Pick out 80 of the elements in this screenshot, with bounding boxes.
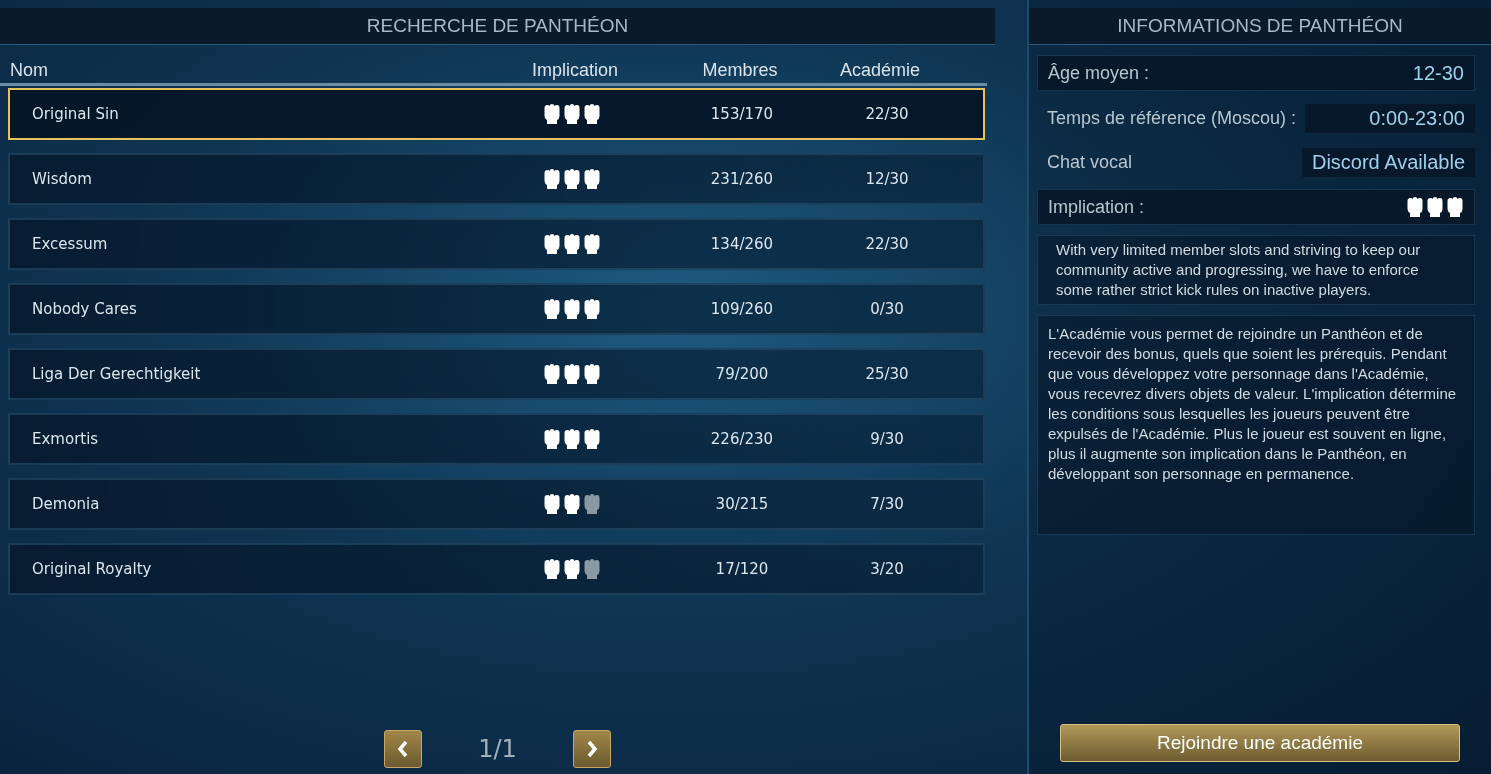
pantheon-name: Original Royalty [32, 560, 153, 578]
pantheon-row[interactable]: Liga Der Gerechtigkeit 79/200 25/30 [8, 348, 985, 400]
fist-icon [543, 103, 561, 125]
members-count: 79/200 [714, 365, 770, 383]
pantheon-row[interactable]: Excessum 134/260 22/30 [8, 218, 985, 270]
fist-icon [583, 298, 601, 320]
panel-title: INFORMATIONS DE PANTHÉON [1029, 8, 1491, 45]
fist-icon [543, 428, 561, 450]
fist-icon [583, 103, 601, 125]
fist-icon [1426, 196, 1444, 218]
column-header[interactable]: Implication [490, 60, 660, 81]
fist-icon [543, 168, 561, 190]
fist-icon [563, 298, 581, 320]
academy-count: 0/30 [869, 300, 905, 318]
pantheon-name: Nobody Cares [32, 300, 138, 318]
fist-icon [583, 363, 601, 385]
page-indicator: 1/1 [478, 735, 517, 763]
pantheon-name: Original Sin [32, 105, 120, 123]
info-value: 12-30 [1412, 61, 1464, 85]
pantheon-name: Excessum [32, 235, 109, 253]
panel-title: RECHERCHE DE PANTHÉON [0, 8, 995, 45]
members-count: 17/120 [714, 560, 770, 578]
chevron-right-icon [585, 740, 598, 758]
pantheon-row[interactable]: Demonia 30/215 7/30 [8, 478, 985, 530]
fist-icon [583, 558, 601, 580]
fist-icon [583, 428, 601, 450]
fist-icon [583, 493, 601, 515]
members-count: 226/230 [709, 430, 775, 448]
fist-icon [1406, 196, 1424, 218]
members-count: 30/215 [714, 495, 770, 513]
info-label: Âge moyen : [1048, 62, 1150, 84]
pantheon-name: Wisdom [32, 170, 93, 188]
fist-icon [1446, 196, 1464, 218]
members-count: 153/170 [709, 105, 775, 123]
fist-icon [563, 558, 581, 580]
join-academy-button[interactable]: Rejoindre une académie [1060, 724, 1460, 762]
members-count: 231/260 [709, 170, 775, 188]
fist-icon [583, 168, 601, 190]
academy-count: 3/20 [869, 560, 905, 578]
academy-count: 9/30 [869, 430, 905, 448]
pantheon-row[interactable]: Original Sin 153/170 22/30 [8, 88, 985, 140]
pantheon-name: Liga Der Gerechtigkeit [32, 365, 202, 383]
pantheon-description: With very limited member slots and striving to keep our community active and progressing, we have to enforce some rather strict kick rules on inactive players. [1037, 235, 1475, 305]
fist-icon [583, 233, 601, 255]
pantheon-name: Demonia [32, 495, 101, 513]
fist-icon [563, 428, 581, 450]
info-label: Chat vocal [1047, 151, 1133, 173]
info-label: Temps de référence (Moscou) : [1047, 107, 1297, 129]
fist-icon [543, 493, 561, 515]
fist-icon [543, 298, 561, 320]
fist-icon [543, 233, 561, 255]
academy-count: 25/30 [864, 365, 910, 383]
info-label: Implication : [1048, 196, 1145, 218]
fist-icon [563, 103, 581, 125]
next-page-button[interactable] [572, 730, 611, 768]
pantheon-row[interactable]: Original Royalty 17/120 3/20 [8, 543, 985, 595]
chevron-left-icon [397, 740, 410, 758]
members-count: 109/260 [709, 300, 775, 318]
academy-count: 22/30 [864, 105, 910, 123]
members-count: 134/260 [709, 235, 775, 253]
column-header[interactable]: Académie [820, 60, 940, 81]
column-header[interactable]: Membres [660, 60, 820, 81]
pantheon-row[interactable]: Wisdom 231/260 12/30 [8, 153, 985, 205]
academy-count: 22/30 [864, 235, 910, 253]
fist-icon [563, 493, 581, 515]
info-value: 0:00-23:00 [1305, 103, 1475, 133]
academy-count: 12/30 [864, 170, 910, 188]
academy-info-text: L'Académie vous permet de rejoindre un Panthéon et de recevoir des bonus, quels que soient les prérequis. Pendant que vous développez votre personnage dans l'Académie, vous recevrez divers objets de valeur. L'implication détermine les conditions sous lesquelles les joueurs peuvent être expulsés de l'Académie. Plus le joueur est souvent en ligne, plus il augmente son implication dans le Panthéon, en développant son personnage en permanence. [1037, 315, 1475, 535]
fist-icon [563, 233, 581, 255]
previous-page-button[interactable] [384, 730, 423, 768]
pantheon-name: Exmortis [32, 430, 100, 448]
fist-icon [563, 168, 581, 190]
academy-count: 7/30 [869, 495, 905, 513]
column-header[interactable]: Nom [10, 60, 490, 81]
info-value: Discord Available [1301, 147, 1475, 177]
pantheon-row[interactable]: Nobody Cares 109/260 0/30 [8, 283, 985, 335]
pantheon-row[interactable]: Exmortis 226/230 9/30 [8, 413, 985, 465]
fist-icon [543, 363, 561, 385]
fist-icon [543, 558, 561, 580]
fist-icon [563, 363, 581, 385]
